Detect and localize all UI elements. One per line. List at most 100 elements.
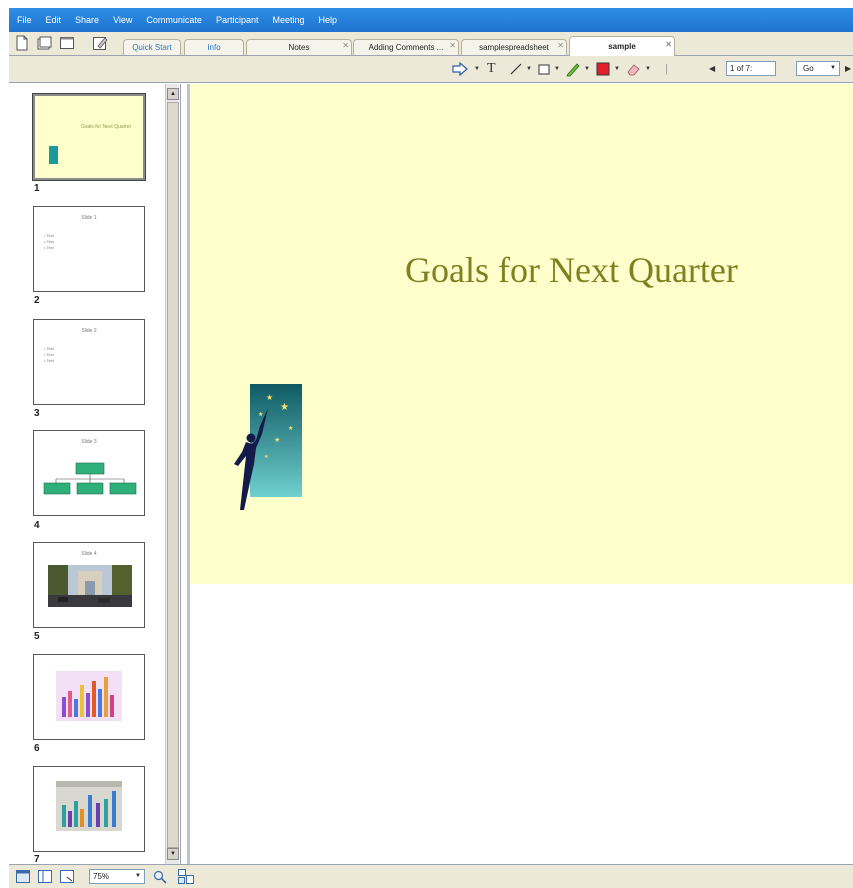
menu-meeting[interactable]: Meeting [272,15,304,25]
thumbnail-1[interactable]: Goals for Next Quarter [32,93,146,181]
menu-share[interactable]: Share [75,15,99,25]
menu-participant[interactable]: Participant [216,15,259,25]
thumbnail-number: 1 [34,183,40,194]
go-label: Go [803,64,814,73]
layout-icon[interactable] [36,35,52,51]
tab-samplespreadsheet[interactable]: samplespreadsheet ✕ [461,39,567,55]
previous-page-icon[interactable]: ◀ [709,62,715,76]
rectangle-tool-icon[interactable] [537,62,551,76]
tab-label: samplespreadsheet [479,43,549,52]
split-view-icon[interactable] [37,869,53,884]
eraser-tool-icon[interactable] [625,61,641,77]
new-document-icon[interactable] [14,35,30,51]
star-figure-image [49,146,58,164]
thumbnail-3[interactable]: Slide 2 • Text • Text • Text [33,319,145,405]
reaching-figure-image: ★ ★ ★ ★ ★ ★ [234,384,302,510]
bar-chart-thumbnail-image [56,781,122,831]
menu-help[interactable]: Help [319,15,338,25]
page-layout-icon[interactable] [177,868,195,885]
tab-sample[interactable]: sample ✕ [569,36,675,56]
pencil-dropdown-icon[interactable]: ▼ [584,62,590,76]
go-button[interactable]: Go ▼ [796,61,840,76]
tab-label: Quick Start [132,43,172,52]
thumbnail-2[interactable]: Slide 1 • Text • Text • Text [33,206,145,292]
zoom-value: 75% [93,872,110,881]
tab-info[interactable]: Info [184,39,244,55]
close-icon[interactable]: ✕ [449,38,456,53]
line-tool-icon[interactable] [509,62,523,76]
thumbnail-number: 5 [34,631,40,642]
pencil-tool-icon[interactable] [565,61,581,77]
tab-label: sample [608,42,636,51]
thumbnail-bullets: • Text • Text • Text [44,233,54,251]
zoom-icon[interactable] [152,869,168,884]
arch-photo-image [48,565,132,607]
fit-page-icon[interactable] [59,869,75,884]
thumbnail-7[interactable] [33,766,145,852]
chevron-down-icon: ▼ [830,65,836,71]
thumbnail-panel: Goals for Next Quarter 1 Slide 1 • Text … [9,84,181,865]
slide-title: Goals for Next Quarter [405,250,738,290]
menu-edit[interactable]: Edit [46,15,62,25]
thumbnail-title: Slide 2 [81,328,97,334]
arrow-dropdown-icon[interactable]: ▼ [474,62,480,76]
tab-notes[interactable]: Notes ✕ [246,39,352,55]
close-icon[interactable]: ✕ [342,38,349,53]
eraser-dropdown-icon[interactable]: ▼ [645,62,651,76]
zoom-select[interactable]: 75% ▼ [89,869,145,884]
svg-text:★: ★ [274,436,280,444]
window-icon[interactable] [59,35,75,51]
tab-bar: Quick Start Info Notes ✕ Adding Comments… [9,32,853,56]
svg-text:★: ★ [280,402,289,413]
single-page-view-icon[interactable] [15,869,31,884]
scroll-up-icon[interactable]: ▲ [167,88,179,100]
annotation-toolbar: ▼ T ▼ ▼ ▼ ▼ ▼ | ◀ 1 of 7: Go ▼ ▶ [9,56,853,83]
svg-text:★: ★ [264,454,269,460]
close-icon[interactable]: ✕ [557,38,564,53]
tab-quick-start[interactable]: Quick Start [123,39,181,55]
color-dropdown-icon[interactable]: ▼ [614,62,620,76]
tab-label: Adding Comments ... [368,43,444,52]
next-page-icon[interactable]: ▶ [845,62,851,76]
thumbnail-4[interactable]: Slide 3 [33,430,145,516]
menu-file[interactable]: File [17,15,32,25]
edit-note-icon[interactable] [92,35,108,51]
thumbnail-number: 6 [34,743,40,754]
slide-canvas[interactable]: Goals for Next Quarter ★ ★ ★ ★ ★ ★ [190,84,853,584]
bullet: • Text [44,245,54,250]
menu-bar: File Edit Share View Communicate Partici… [9,8,853,32]
thumbnail-title: Goals for Next Quarter [80,124,132,130]
separator: | [665,63,668,75]
color-picker-icon[interactable] [595,61,611,77]
chevron-down-icon: ▼ [135,873,141,879]
org-chart-image [43,462,137,495]
arrow-tool-icon[interactable] [451,62,469,76]
rectangle-dropdown-icon[interactable]: ▼ [554,62,560,76]
thumbnail-5[interactable]: Slide 4 [33,542,145,628]
thumbnail-number: 4 [34,520,40,531]
bullet: • Text [44,358,54,363]
thumbnail-number: 2 [34,295,40,306]
thumbnail-scrollbar[interactable]: ▲ ▼ [165,84,179,864]
thumbnail-bullets: • Text • Text • Text [44,346,54,364]
line-dropdown-icon[interactable]: ▼ [526,62,532,76]
svg-text:★: ★ [288,425,293,432]
svg-text:★: ★ [266,393,273,402]
text-tool-icon[interactable]: T [487,62,496,76]
scroll-down-icon[interactable]: ▼ [167,848,179,860]
scroll-thumb[interactable] [167,102,179,848]
thumbnail-title: Slide 1 [81,215,97,221]
status-bar: 75% ▼ [9,864,853,888]
tab-label: Info [207,43,221,52]
tab-label: Notes [288,43,310,52]
tab-adding-comments[interactable]: Adding Comments ... ✕ [353,39,459,55]
page-number-input[interactable]: 1 of 7: [726,61,776,76]
menu-communicate[interactable]: Communicate [146,15,202,25]
thumbnail-title: Slide 3 [81,439,97,445]
menu-view[interactable]: View [113,15,132,25]
bar-chart-thumbnail-image [56,671,122,721]
close-icon[interactable]: ✕ [665,35,672,54]
thumbnail-number: 3 [34,408,40,419]
slide-margin-area [190,584,853,864]
thumbnail-6[interactable] [33,654,145,740]
